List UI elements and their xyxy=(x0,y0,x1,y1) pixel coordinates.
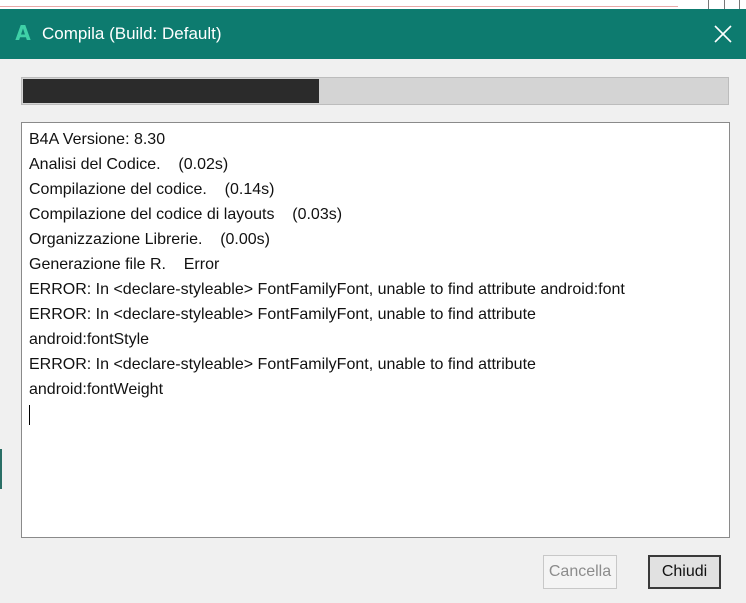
background-divider xyxy=(739,0,740,9)
log-line: ERROR: In <declare-styleable> FontFamily… xyxy=(29,356,536,373)
close-button[interactable]: Chiudi xyxy=(648,555,721,589)
background-divider xyxy=(0,6,678,7)
log-line: B4A Versione: 8.30 xyxy=(29,131,166,148)
log-line: android:fontStyle xyxy=(29,331,150,348)
log-line: Organizzazione Librerie. (0.00s) xyxy=(29,231,270,248)
log-line: Generazione file R. Error xyxy=(29,256,220,273)
build-progress-fill xyxy=(23,79,319,103)
log-line: android:fontWeight xyxy=(29,381,164,398)
background-edge-mark xyxy=(0,449,2,489)
text-caret xyxy=(29,405,30,425)
build-progress-bar xyxy=(21,77,729,105)
title-bar: A Compila (Build: Default) xyxy=(0,9,746,59)
close-window-button[interactable] xyxy=(700,9,746,59)
log-line: Compilazione del codice. (0.14s) xyxy=(29,181,275,198)
log-line: Compilazione del codice di layouts (0.03… xyxy=(29,206,343,223)
b4a-app-icon: A xyxy=(15,21,31,45)
build-log[interactable]: B4A Versione: 8.30 Analisi del Codice. (… xyxy=(21,122,730,538)
background-window-edge xyxy=(0,0,746,9)
log-line: ERROR: In <declare-styleable> FontFamily… xyxy=(29,306,536,323)
window-title: Compila (Build: Default) xyxy=(42,24,222,43)
background-divider xyxy=(708,0,709,9)
build-dialog: A Compila (Build: Default) B4A Versione:… xyxy=(0,0,746,603)
log-line: ERROR: In <declare-styleable> FontFamily… xyxy=(29,281,625,298)
log-line: Analisi del Codice. (0.02s) xyxy=(29,156,229,173)
close-icon xyxy=(714,25,732,43)
cancel-button[interactable]: Cancella xyxy=(543,555,617,589)
background-divider xyxy=(724,0,725,9)
text-caret-line xyxy=(29,402,729,433)
